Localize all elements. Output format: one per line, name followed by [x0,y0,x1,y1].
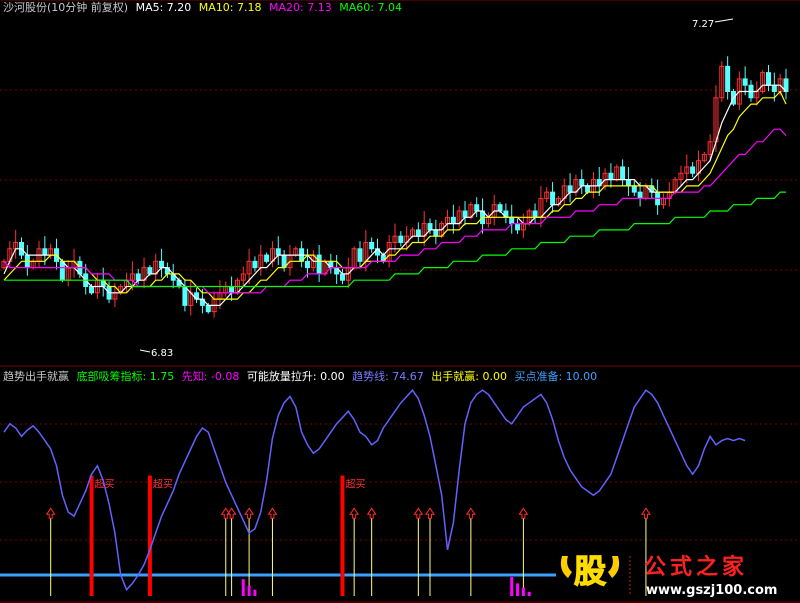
overbought-label: 超买 [153,478,173,491]
candle-down [316,254,322,275]
candle-down [620,166,626,181]
ma5-legend: MA5: 7.20 [135,1,192,14]
candle-down [264,254,270,262]
candle-down [690,166,696,174]
candle-down [742,78,748,86]
ma60-legend: MA60: 7.04 [339,1,402,14]
candle-down [59,260,65,281]
candle-down [550,191,556,206]
candle-down [147,267,153,275]
watermark-stock-glyph: 股 [574,552,606,590]
maidian-legend: 买点准备: 10.00 [514,370,598,383]
candle-down [515,223,521,231]
ahead-signal-bar [516,583,520,596]
candle-down [89,286,95,294]
overbought-label: 超买 [345,478,365,491]
ahead-signal-bar [241,579,245,596]
ahead-signal-bar [510,577,514,596]
candle-down [433,229,439,237]
ahead-signal-bar [527,591,531,596]
candle-down [159,260,165,269]
candle-down [252,260,258,269]
candle-down [585,185,591,193]
indicator-panel-legend: 趋势出手就赢 底部吸筹指标: 1.75 先知: -0.08 可能放量拉升: 0.… [3,370,601,383]
stock-chart-canvas[interactable]: 超买 超买 超买 7.27 6.83 [0,0,800,603]
price-high-annotation: 7.27 [692,19,714,30]
candle-down [415,229,421,237]
candle-down [608,172,614,181]
candle-down [474,204,480,212]
candle-down [229,286,235,294]
candle-down [771,84,777,92]
candle-down [369,241,375,250]
watermark-brand: 公式之家 [644,554,748,580]
candle-down [182,286,188,306]
dibu-legend: 底部吸筹指标: 1.75 [76,370,175,383]
candle-down [532,210,538,218]
indicator-title: 趋势出手就赢 [3,370,69,383]
candle-down [579,179,585,187]
candle-down [765,72,771,86]
candle-down [567,185,573,193]
candle-down [427,223,433,231]
candle-down [631,185,637,193]
candle-down [42,248,48,256]
qushi-legend: 趋势线: 74.67 [352,370,424,383]
price-low-annotation: 6.83 [151,348,173,359]
candle-down [339,273,345,281]
bull-horn-right-icon [608,556,620,578]
candle-down [725,65,731,92]
candle-down [357,248,363,262]
stock-title: 沙河股份(10分钟 前复权) [3,1,129,14]
ahead-signal-bar [247,585,251,596]
watermark-url: www.gszj100.com [646,583,777,598]
candle-down [398,235,404,243]
xianzhi-legend: 先知: -0.08 [181,370,240,383]
candle-down [275,248,281,256]
candle-down [637,191,643,199]
bull-horn-left-icon [560,556,572,578]
ma20-legend: MA20: 7.13 [269,1,332,14]
candle-down [304,260,310,269]
kenengfang-legend: 可能放量拉升: 0.00 [246,370,345,383]
candle-down [497,204,503,212]
candle-down [450,216,456,225]
watermark-logo: 股 公式之家 www.gszj100.com [560,551,777,598]
ma10-legend: MA10: 7.18 [198,1,262,14]
candle-down [509,216,515,225]
ahead-signal-bar [253,589,257,596]
chushou-legend: 出手就赢: 0.00 [431,370,507,383]
candle-down [205,304,211,313]
candle-down [462,210,468,218]
price-panel-legend: 沙河股份(10分钟 前复权) MA5: 7.20 MA10: 7.18 MA20… [3,1,406,14]
candle-down [135,273,141,281]
candle-down [625,179,631,187]
ahead-signal-bar [521,587,525,596]
